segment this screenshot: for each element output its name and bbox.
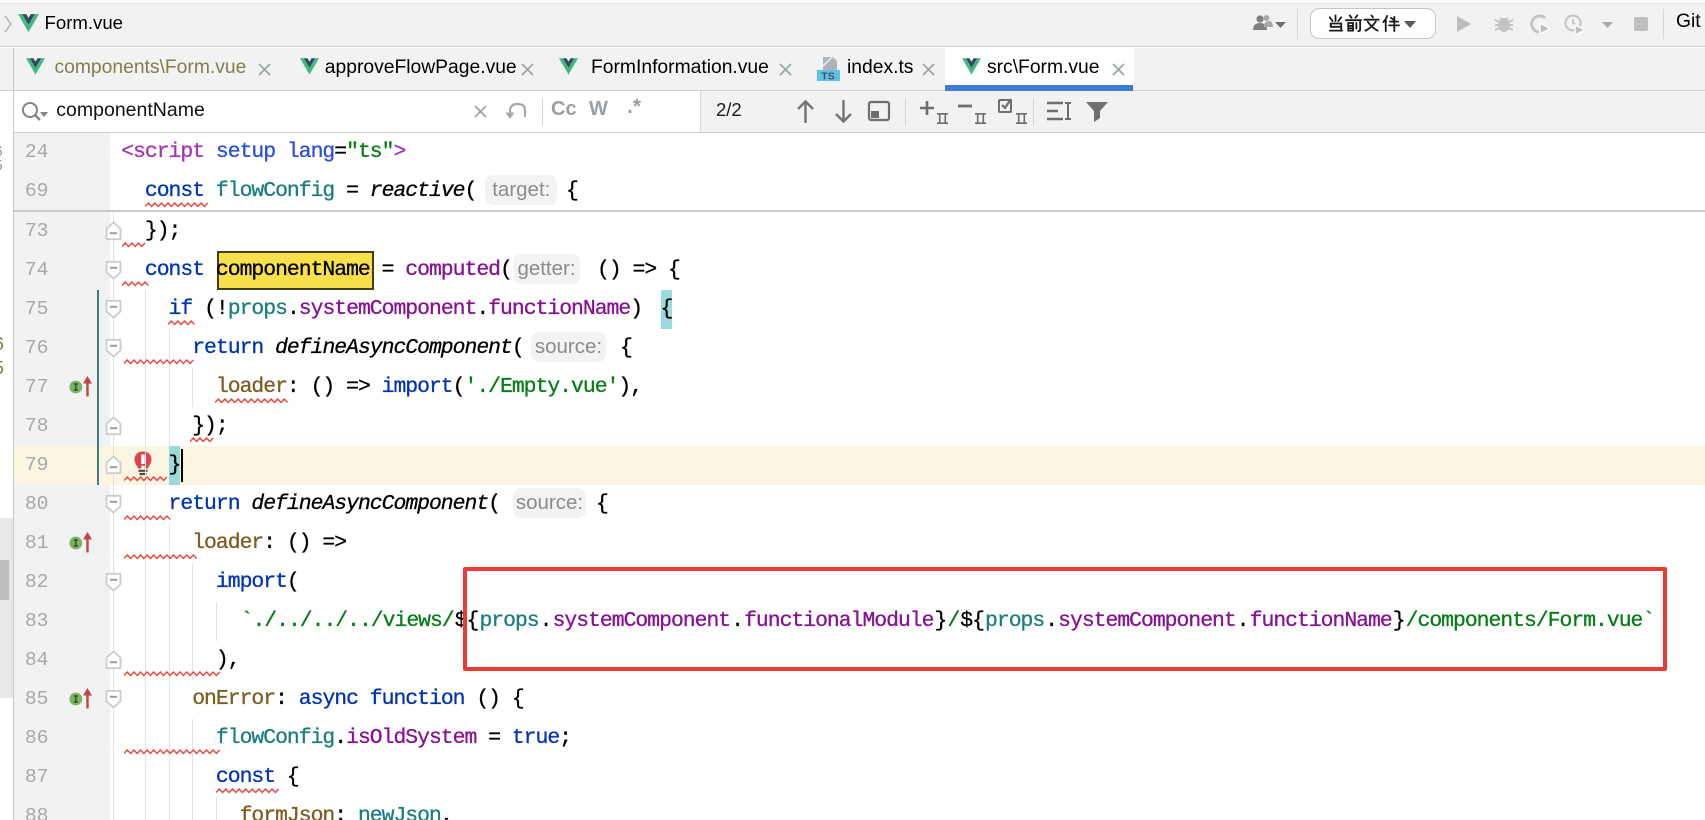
svg-text:TS: TS [821,71,834,83]
